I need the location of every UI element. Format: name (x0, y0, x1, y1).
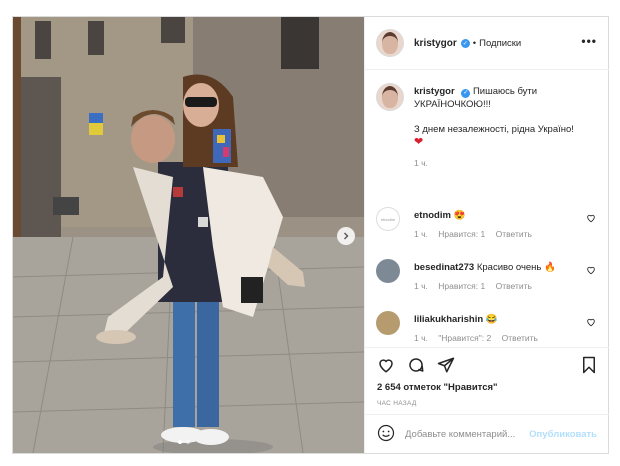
publish-button[interactable]: Опубликовать (529, 429, 597, 440)
likes-count[interactable]: 2 654 отметок "Нравится" (377, 382, 498, 393)
share-paper-plane-icon[interactable] (437, 356, 455, 374)
comment-username[interactable]: besedinat273 (414, 262, 474, 273)
caption-line-2: З днем незалежності, рідна Україно! (414, 124, 574, 135)
comment-time[interactable]: 1 ч. (414, 333, 428, 343)
like-comment-heart-icon[interactable] (586, 317, 596, 330)
comment-username[interactable]: liliakukharishin (414, 314, 483, 325)
comment-likes[interactable]: Нравится: 1 (438, 229, 485, 239)
comment-body: etnodim 😍 1 ч. Нравится: 1 Ответить (414, 210, 584, 239)
like-heart-icon[interactable] (377, 356, 395, 374)
caption-avatar[interactable] (376, 83, 404, 111)
reply-button[interactable]: Ответить (496, 229, 532, 239)
following-button[interactable]: Подписки (479, 38, 521, 49)
comment-body: liliakukharishin 😂 1 ч. "Нравится": 2 От… (414, 314, 584, 343)
post-sidebar: kristygor ✓ • Подписки ••• kristygor ✓ П… (364, 17, 609, 453)
comment-meta: 1 ч. Нравится: 1 Ответить (414, 281, 584, 291)
post-header: kristygor ✓ • Подписки ••• (365, 17, 609, 70)
commenter-avatar[interactable] (376, 311, 400, 335)
comment-likes[interactable]: Нравится: 1 (438, 281, 485, 291)
carousel-indicator (178, 440, 190, 444)
save-bookmark-icon[interactable] (581, 356, 597, 377)
separator-dot: • (472, 37, 477, 49)
post-timestamp[interactable]: ЧАС НАЗАД (377, 400, 417, 407)
street-photo-image (13, 17, 364, 453)
comment-input[interactable]: Добавьте комментарий... (405, 429, 515, 440)
comments-section: kristygor ✓ Пишаюсь бути УКРАЇНОЧКОЮ!!! … (365, 69, 609, 361)
comment-bubble-icon[interactable] (407, 356, 425, 374)
author-avatar[interactable] (376, 29, 404, 57)
comment-time[interactable]: 1 ч. (414, 281, 428, 291)
chevron-right-icon (344, 232, 349, 240)
emoji-smile-icon[interactable] (377, 424, 395, 445)
comment-time[interactable]: 1 ч. (414, 229, 428, 239)
carousel-next-button[interactable] (337, 227, 355, 245)
carousel-dot-2 (186, 440, 190, 444)
comment-username[interactable]: etnodim (414, 210, 451, 221)
reply-button[interactable]: Ответить (502, 333, 538, 343)
instagram-post: kristygor ✓ • Подписки ••• kristygor ✓ П… (12, 16, 609, 454)
comment-meta: 1 ч. Нравится: 1 Ответить (414, 229, 584, 239)
carousel-dot-1 (178, 440, 182, 444)
red-heart-icon: ❤ (414, 136, 424, 148)
comment-body: besedinat273 Красиво очень 🔥 1 ч. Нравит… (414, 262, 584, 291)
author-username[interactable]: kristygor (414, 38, 457, 49)
action-icons (377, 356, 455, 374)
verified-badge-icon: ✓ (461, 89, 471, 98)
commenter-avatar[interactable]: etnodim (376, 207, 400, 231)
add-comment-bar: Добавьте комментарий... Опубликовать (365, 414, 609, 454)
more-options-icon[interactable]: ••• (581, 34, 597, 48)
like-comment-heart-icon[interactable] (586, 265, 596, 278)
post-photo[interactable] (13, 17, 364, 453)
reply-button[interactable]: Ответить (496, 281, 532, 291)
comment-meta: 1 ч. "Нравится": 2 Ответить (414, 333, 584, 343)
comment-likes[interactable]: "Нравится": 2 (438, 333, 491, 343)
comment-text: 😍 (453, 210, 466, 221)
caption-text: kristygor ✓ Пишаюсь бути УКРАЇНОЧКОЮ!!! … (414, 85, 594, 170)
commenter-avatar[interactable] (376, 259, 400, 283)
verified-badge-icon: ✓ (460, 38, 470, 48)
comment-text: 😂 (485, 314, 498, 325)
caption-username[interactable]: kristygor (414, 86, 455, 97)
like-comment-heart-icon[interactable] (586, 213, 596, 226)
caption-time[interactable]: 1 ч. (414, 157, 594, 170)
comment-text: Красиво очень 🔥 (476, 262, 556, 273)
